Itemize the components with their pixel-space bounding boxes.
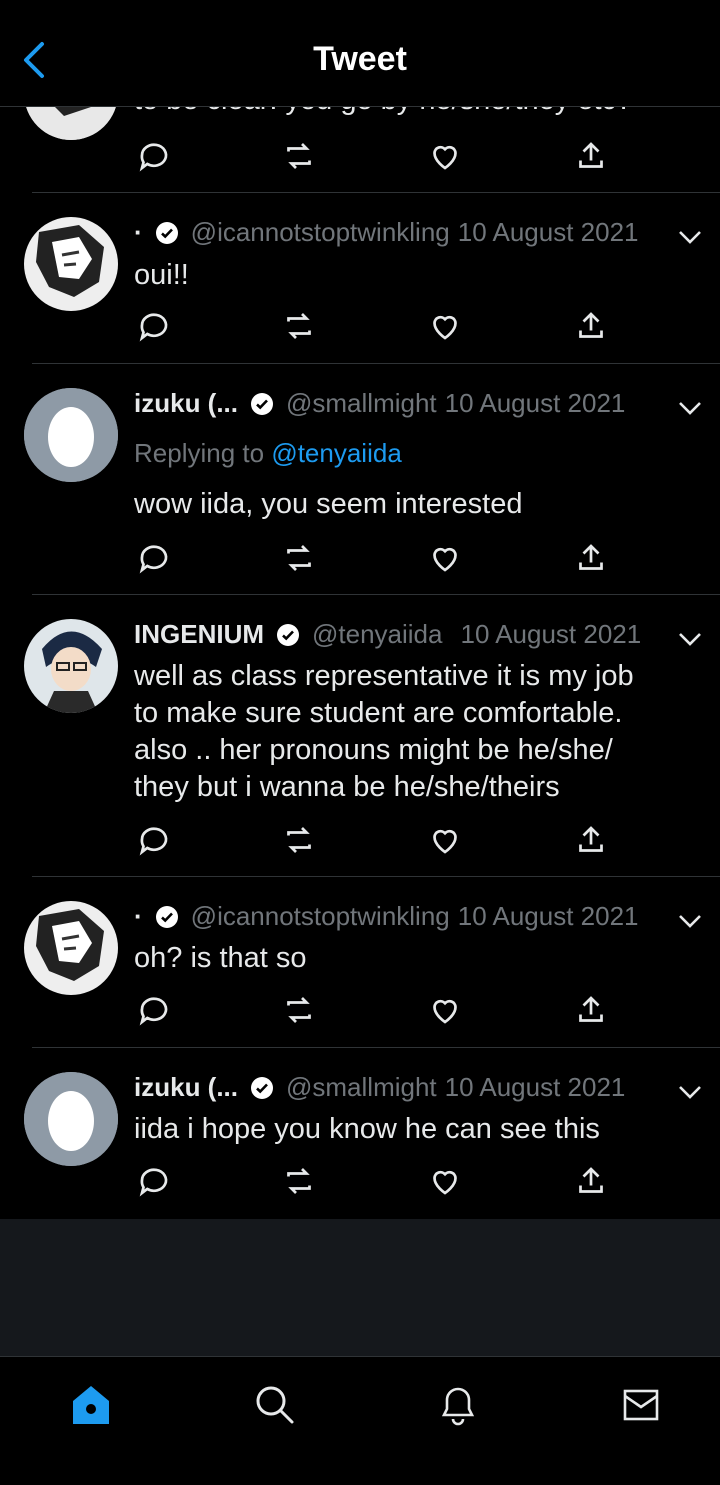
reply-icon[interactable]	[134, 820, 174, 860]
tweet-date: 10 August 2021	[444, 388, 626, 418]
like-icon[interactable]	[425, 990, 465, 1030]
tweet[interactable]: izuku (... @smallmight 10 August 2021 Re…	[0, 364, 720, 595]
chevron-down-icon[interactable]	[676, 398, 704, 418]
avatar[interactable]	[24, 388, 118, 482]
handle[interactable]: @icannotstoptwinkling	[191, 217, 450, 248]
tweet-text: iida i hope you know he can see this	[134, 1113, 600, 1145]
reply-icon[interactable]	[134, 306, 174, 346]
reply-icon[interactable]	[134, 136, 174, 176]
tweet[interactable]: INGENIUM @tenyaiida 10 August 2021 well …	[0, 595, 720, 877]
tweet-actions	[134, 990, 610, 1030]
verified-badge-icon	[250, 392, 274, 416]
retweet-icon[interactable]	[279, 990, 319, 1030]
reply-icon[interactable]	[134, 1161, 174, 1201]
tab-notifications[interactable]	[436, 1385, 480, 1429]
share-icon[interactable]	[571, 1161, 611, 1201]
like-icon[interactable]	[425, 820, 465, 860]
like-icon[interactable]	[425, 306, 465, 346]
tweet-actions	[134, 306, 610, 346]
verified-badge-icon	[250, 1076, 274, 1100]
reply-mention-link[interactable]: @tenyaiida	[271, 438, 401, 468]
tweet-meta: izuku (... @smallmight 10 August 2021	[134, 388, 625, 419]
tweet-date: 10 August 2021	[457, 217, 639, 247]
avatar[interactable]	[24, 217, 118, 311]
avatar[interactable]	[24, 901, 118, 995]
tab-search[interactable]	[253, 1385, 297, 1429]
verified-badge-icon	[155, 905, 179, 929]
reply-icon[interactable]	[134, 990, 174, 1030]
messages-envelope-icon	[621, 1387, 661, 1428]
avatar[interactable]	[24, 1072, 118, 1166]
avatar[interactable]	[24, 619, 118, 713]
share-icon[interactable]	[571, 306, 611, 346]
tab-messages[interactable]	[619, 1385, 663, 1429]
tweet-actions	[134, 136, 610, 176]
reply-icon[interactable]	[134, 538, 174, 578]
share-icon[interactable]	[571, 990, 611, 1030]
share-icon[interactable]	[571, 136, 611, 176]
replying-to: Replying to @tenyaiida	[134, 438, 402, 468]
display-name[interactable]: INGENIUM	[134, 619, 264, 650]
handle[interactable]: @smallmight	[286, 388, 437, 419]
tweet-date: 10 August 2021	[457, 901, 639, 931]
tweet-meta: izuku (... @smallmight 10 August 2021	[134, 1072, 625, 1103]
display-name[interactable]: ·	[134, 217, 143, 248]
like-icon[interactable]	[425, 136, 465, 176]
empty-area	[0, 1219, 720, 1356]
tweet-meta: · @icannotstoptwinkling 10 August 2021	[134, 901, 638, 932]
retweet-icon[interactable]	[279, 136, 319, 176]
tweet-actions	[134, 820, 610, 860]
tweet-text: oh? is that so	[134, 942, 307, 974]
tab-home[interactable]	[69, 1385, 113, 1429]
chevron-down-icon[interactable]	[676, 1082, 704, 1102]
tweet-actions	[134, 1161, 610, 1201]
share-icon[interactable]	[571, 538, 611, 578]
chevron-down-icon[interactable]	[676, 629, 704, 649]
display-name[interactable]: ·	[134, 901, 143, 932]
home-icon	[70, 1383, 112, 1432]
bottom-tab-bar	[0, 1356, 720, 1485]
tweet-date: 10 August 2021	[444, 1072, 626, 1102]
notifications-bell-icon	[438, 1383, 478, 1432]
tweet[interactable]: · @icannotstoptwinkling 10 August 2021 o…	[0, 877, 720, 1048]
share-icon[interactable]	[571, 820, 611, 860]
top-navigation-bar: Tweet	[0, 0, 720, 107]
tweet-text: wow iida, you seem interested	[134, 488, 523, 520]
tweet-date: 10 August 2021	[460, 619, 642, 649]
like-icon[interactable]	[425, 538, 465, 578]
tweet-actions	[134, 538, 610, 578]
tweet-text: oui!!	[134, 259, 189, 291]
display-name[interactable]: izuku (...	[134, 388, 238, 419]
retweet-icon[interactable]	[279, 538, 319, 578]
search-icon	[254, 1384, 296, 1431]
handle[interactable]: @smallmight	[286, 1072, 437, 1103]
tweet-meta: · @icannotstoptwinkling 10 August 2021	[134, 217, 638, 248]
chevron-down-icon[interactable]	[676, 911, 704, 931]
chevron-down-icon[interactable]	[676, 227, 704, 247]
verified-badge-icon	[155, 221, 179, 245]
tweet[interactable]: · @icannotstoptwinkling 10 August 2021 o…	[0, 193, 720, 364]
handle[interactable]: @icannotstoptwinkling	[191, 901, 450, 932]
tweet-thread: to be clear: you go by he/she/they etc? …	[0, 0, 720, 1219]
tweet[interactable]: izuku (... @smallmight 10 August 2021 ii…	[0, 1048, 720, 1219]
retweet-icon[interactable]	[279, 306, 319, 346]
page-title: Tweet	[313, 40, 407, 78]
retweet-icon[interactable]	[279, 1161, 319, 1201]
tweet-meta: INGENIUM @tenyaiida 10 August 2021	[134, 619, 641, 650]
tweet-text: well as class representative it is my jo…	[134, 660, 634, 803]
display-name[interactable]: izuku (...	[134, 1072, 238, 1103]
handle[interactable]: @tenyaiida	[312, 619, 442, 650]
retweet-icon[interactable]	[279, 820, 319, 860]
verified-badge-icon	[276, 623, 300, 647]
like-icon[interactable]	[425, 1161, 465, 1201]
